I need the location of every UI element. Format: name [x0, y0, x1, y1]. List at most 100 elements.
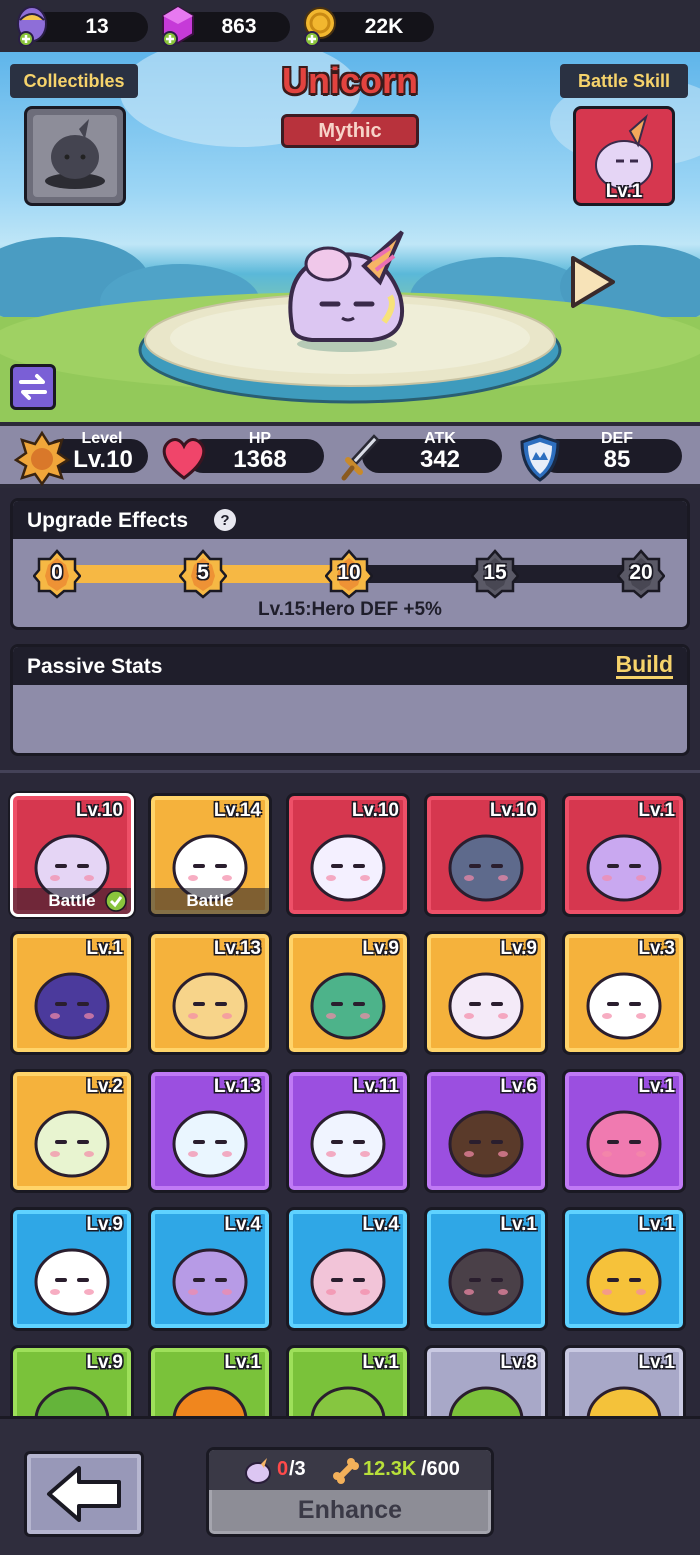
hero-level: Lv.3	[638, 938, 675, 959]
hero-card[interactable]: Lv.6	[424, 1069, 548, 1193]
coin-count: 22K	[364, 15, 404, 38]
milestone-5[interactable]: 5	[178, 549, 228, 599]
upgrade-effect-text: Lv.15:Hero DEF +5%	[258, 599, 442, 620]
hero-card[interactable]: Lv.10	[286, 793, 410, 917]
bottom-bar: 0 /3 12.3K /600 Enhance	[0, 1416, 700, 1555]
hero-level: Lv.1	[362, 1352, 399, 1373]
bone-owned: 12.3K	[363, 1458, 417, 1480]
hero-card[interactable]: Lv.11	[286, 1069, 410, 1193]
milestone-10[interactable]: 10	[324, 549, 374, 599]
milestone-label: 10	[337, 561, 361, 584]
battle-tag: Battle	[151, 888, 269, 914]
upgrade-effects-header: Upgrade Effects ?	[13, 501, 687, 539]
build-link[interactable]: Build	[615, 652, 673, 679]
hero-level: Lv.9	[86, 1214, 123, 1235]
hero-card[interactable]: Lv.1	[562, 793, 686, 917]
passive-stats-header: Passive Stats Build	[13, 647, 687, 685]
upgrade-effects-panel: Upgrade Effects ? 0 5 10 15 20 Lv.15:Hero DE…	[10, 498, 690, 630]
hero-level: Lv.11	[352, 1076, 399, 1097]
hero-card[interactable]: Lv.1	[286, 1345, 410, 1416]
hero-level: Lv.13	[213, 938, 261, 959]
svg-text:?: ?	[220, 512, 229, 529]
unicorn-statue-icon	[33, 115, 117, 197]
hero-card[interactable]: Lv.1	[562, 1207, 686, 1331]
hero-level: Lv.4	[362, 1214, 399, 1235]
hero-card[interactable]: Lv.1	[10, 931, 134, 1055]
hero-level: Lv.1	[638, 800, 675, 821]
hero-card[interactable]: Lv.8	[424, 1345, 548, 1416]
hero-level: Lv.6	[500, 1076, 537, 1097]
level-value: Lv.10	[73, 446, 133, 473]
heart-icon	[162, 438, 206, 480]
egg-icon	[17, 6, 47, 46]
hero-level: Lv.10	[75, 800, 123, 821]
hero-card[interactable]: Lv.10 Battle	[10, 793, 134, 917]
milestone-label: 0	[51, 561, 63, 584]
hero-level: Lv.14	[213, 800, 261, 821]
hero-collection-grid: Lv.10 Battle Lv.14 Battle Lv.10 Lv.10 Lv.1 Lv.1…	[0, 770, 700, 1416]
milestone-20[interactable]: 20	[616, 549, 666, 599]
hero-card[interactable]: Lv.13	[148, 931, 272, 1055]
enhance-label: Enhance	[297, 1496, 403, 1524]
swap-icon	[19, 374, 47, 400]
hero-card[interactable]: Lv.13	[148, 1069, 272, 1193]
rarity-badge: Mythic	[281, 114, 419, 148]
gem-icon	[162, 5, 194, 46]
hero-level: Lv.9	[86, 1352, 123, 1373]
hero-level: Lv.13	[213, 1076, 261, 1097]
hero-card[interactable]: Lv.9	[424, 931, 548, 1055]
hero-card[interactable]: Lv.4	[286, 1207, 410, 1331]
hero-stage: Collectibles Unicorn Mythic Battle Skill…	[0, 52, 700, 422]
back-arrow-icon	[47, 1466, 121, 1522]
hero-card[interactable]: Lv.9	[10, 1207, 134, 1331]
collectible-slot[interactable]	[24, 106, 126, 206]
bone-icon	[333, 1458, 359, 1484]
milestone-label: 15	[483, 561, 507, 584]
battle-skill-slot[interactable]: Lv.1	[573, 106, 675, 206]
hero-card[interactable]: Lv.1	[424, 1207, 548, 1331]
milestone-label: 20	[629, 561, 653, 584]
shield-icon	[520, 434, 560, 482]
stat-bar: Level Lv.10 HP 1368 ATK 342 DEF 85	[0, 422, 700, 488]
egg-count: 13	[85, 15, 109, 38]
skill-level: Lv.1	[605, 181, 643, 202]
hero-level: Lv.1	[638, 1352, 675, 1373]
hero-level: Lv.2	[86, 1076, 123, 1097]
back-button[interactable]	[24, 1451, 144, 1537]
upgrade-effects-title: Upgrade Effects	[27, 509, 189, 532]
swap-button[interactable]	[10, 364, 56, 410]
hero-card[interactable]: Lv.1	[562, 1069, 686, 1193]
hero-level: Lv.8	[500, 1352, 537, 1373]
unicorn-hero-icon[interactable]	[272, 226, 422, 356]
atk-value: 342	[419, 446, 461, 473]
hero-card[interactable]: Lv.4	[148, 1207, 272, 1331]
sword-icon	[341, 434, 380, 481]
hero-card[interactable]: Lv.1	[562, 1345, 686, 1416]
bone-required: /600	[421, 1458, 460, 1480]
hero-card[interactable]: Lv.3	[562, 931, 686, 1055]
hero-card[interactable]: Lv.1	[148, 1345, 272, 1416]
checkmark-icon	[105, 890, 127, 912]
hero-card[interactable]: Lv.2	[10, 1069, 134, 1193]
hero-level: Lv.4	[224, 1214, 261, 1235]
battle-skill-tab: Battle Skill	[560, 64, 688, 98]
enhance-button[interactable]: 0 /3 12.3K /600 Enhance	[206, 1447, 494, 1537]
help-icon[interactable]: ?	[213, 508, 237, 532]
hero-level: Lv.10	[351, 800, 399, 821]
hero-card[interactable]: Lv.14 Battle	[148, 793, 272, 917]
def-value: 85	[603, 446, 631, 473]
milestone-0[interactable]: 0	[32, 549, 82, 599]
hero-level: Lv.1	[500, 1214, 537, 1235]
hero-level: Lv.1	[638, 1214, 675, 1235]
hero-card[interactable]: Lv.10	[424, 793, 548, 917]
unicorn-shard-icon	[245, 1458, 271, 1484]
coin-icon	[304, 7, 336, 46]
hero-card[interactable]: Lv.9	[10, 1345, 134, 1416]
currency-bar: 13 863 22K	[0, 0, 700, 52]
hp-value: 1368	[233, 446, 287, 473]
passive-stats-title: Passive Stats	[27, 655, 163, 678]
hero-card[interactable]: Lv.9	[286, 931, 410, 1055]
milestone-15[interactable]: 15	[470, 549, 520, 599]
next-hero-arrow-icon[interactable]	[567, 252, 619, 312]
hero-level: Lv.1	[638, 1076, 675, 1097]
